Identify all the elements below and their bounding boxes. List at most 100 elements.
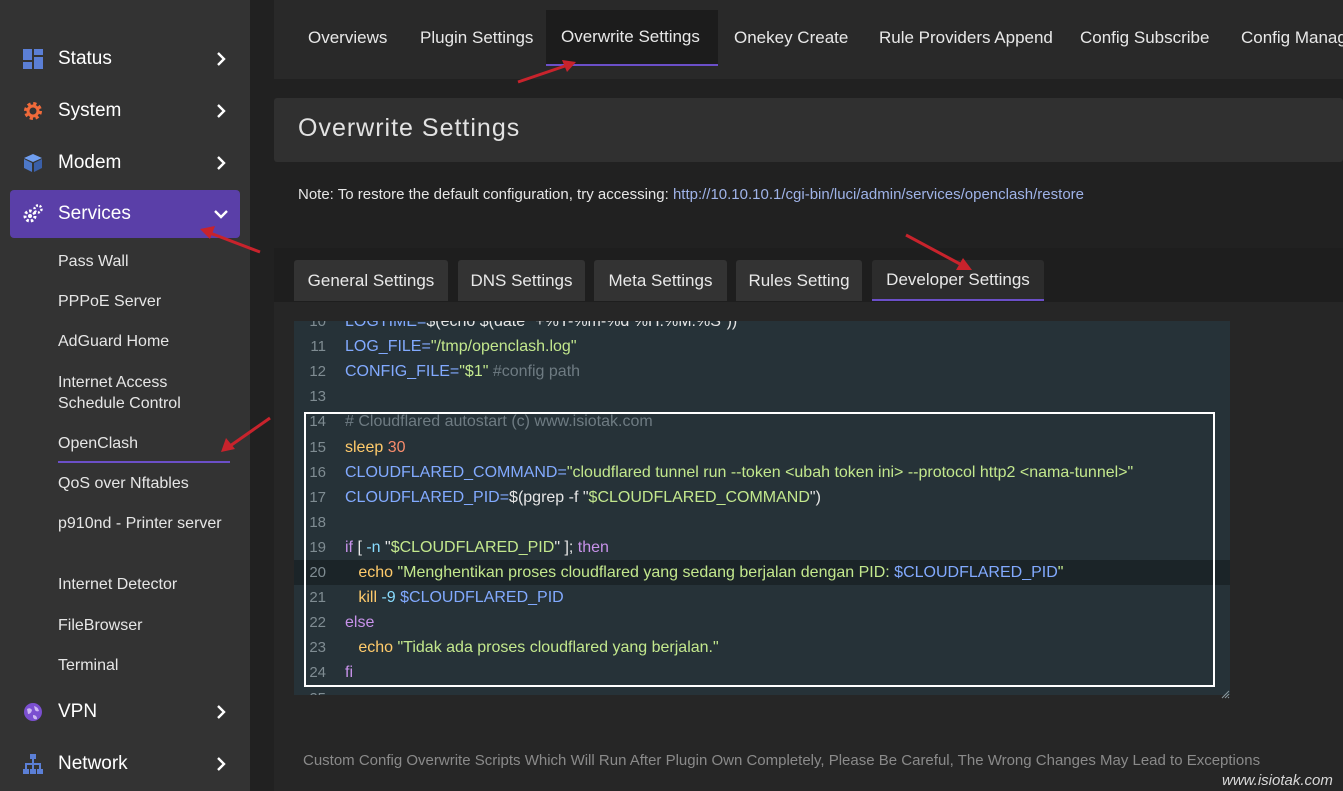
code-token: 30 (387, 438, 406, 456)
line-number: 14 (309, 413, 326, 431)
code-token: -n (366, 538, 386, 556)
code-token: $(echo $(date "+%Y-%m-%d %H:%M:%S")) (426, 321, 738, 330)
subtab-dns-settings[interactable]: DNS Settings (458, 260, 585, 301)
code-token: echo (345, 564, 398, 581)
restore-note: Note: To restore the default configurati… (298, 186, 1084, 203)
code-line: 18 (294, 510, 1230, 535)
code-line: 19 if [ -n "$CLOUDFLARED_PID" ]; then (294, 535, 1230, 560)
code-line: 25 (294, 686, 1230, 696)
chevron-right-icon (214, 104, 228, 118)
tab-onekey-create[interactable]: Onekey Create (719, 10, 859, 66)
restore-link[interactable]: http://10.10.10.1/cgi-bin/luci/admin/ser… (673, 186, 1084, 203)
code-token: $CLOUDFLARED_PID (390, 538, 555, 556)
code-token: $CLOUDFLARED_COMMAND (588, 488, 810, 506)
code-token: if (345, 538, 353, 556)
line-number: 13 (309, 388, 326, 406)
code-text: CLOUDFLARED_COMMAND="cloudflared tunnel … (345, 460, 1133, 485)
line-number: 22 (309, 614, 326, 632)
sidebar-item-label: Services (58, 203, 131, 224)
sidebar-subitem-adguard-home[interactable]: AdGuard Home (58, 331, 238, 352)
subtab-general-settings[interactable]: General Settings (294, 260, 448, 301)
sidebar-subitem-pppoe-server[interactable]: PPPoE Server (58, 291, 238, 312)
sidebar-item-network[interactable]: Network (10, 740, 240, 788)
code-token: #config path (488, 363, 581, 381)
code-token: $CLOUDFLARED_PID (400, 589, 564, 607)
page-title-panel: Overwrite Settings (274, 98, 1343, 162)
code-token: # Cloudflared autostart (c) www.isiotak.… (345, 413, 653, 431)
code-line: 15 sleep 30 (294, 435, 1230, 460)
tab-rule-providers-append[interactable]: Rule Providers Append (864, 10, 1054, 66)
code-token: -9 (381, 589, 401, 607)
sidebar-subitem-p910nd-printer-server[interactable]: p910nd - Printer server (58, 513, 238, 534)
code-token: CLOUDFLARED_PID= (345, 488, 510, 506)
code-editor[interactable]: 10 LOGTIME=$(echo $(date "+%Y-%m-%d %H:%M… (294, 321, 1230, 695)
sidebar-item-modem[interactable]: Modem (10, 139, 240, 187)
tab-config-manage[interactable]: Config Manag (1227, 10, 1343, 66)
code-token: LOG_FILE= (345, 338, 431, 356)
sidebar-subitem-internet-detector[interactable]: Internet Detector (58, 574, 238, 595)
note-text: Note: To restore the default configurati… (298, 186, 673, 203)
resize-handle-icon[interactable] (1220, 686, 1230, 699)
subtab-meta-settings[interactable]: Meta Settings (594, 260, 727, 301)
sidebar-item-system[interactable]: System (10, 87, 240, 135)
subtab-rules-setting[interactable]: Rules Setting (736, 260, 862, 301)
tab-overwrite-settings[interactable]: Overwrite Settings (546, 10, 718, 66)
line-number: 15 (309, 438, 326, 456)
code-line: 11 LOG_FILE="/tmp/openclash.log" (294, 334, 1230, 359)
code-token: then (577, 538, 609, 556)
code-text: LOG_FILE="/tmp/openclash.log" (345, 334, 577, 359)
line-number: 18 (309, 513, 326, 531)
chevron-right-icon (214, 52, 228, 66)
sidebar-item-status[interactable]: Status (10, 35, 240, 83)
code-line: 12 CONFIG_FILE="$1" #config path (294, 359, 1230, 384)
code-token: else (345, 614, 375, 632)
code-token: $(pgrep -f " (509, 488, 589, 506)
line-number: 23 (309, 639, 326, 657)
code-token: "$1" (459, 363, 489, 381)
sidebar-subitem-pass-wall[interactable]: Pass Wall (58, 251, 238, 272)
line-number: 16 (309, 463, 326, 481)
sidebar-subitem-openclash[interactable]: OpenClash (58, 433, 238, 463)
line-number: 20 (309, 564, 326, 581)
tab-plugin-settings[interactable]: Plugin Settings (405, 10, 541, 66)
code-text: echo "Tidak ada proses cloudflared yang … (345, 635, 718, 660)
globe-icon (22, 701, 44, 723)
sidebar-item-label: Status (58, 48, 112, 69)
code-token: [ (353, 538, 367, 556)
sidebar-item-vpn[interactable]: VPN (10, 688, 240, 736)
code-text: CONFIG_FILE="$1" #config path (345, 359, 580, 384)
cube-icon (22, 152, 44, 174)
gear-icon (22, 100, 44, 122)
tab-overviews[interactable]: Overviews (294, 10, 388, 66)
services-gears-icon (22, 203, 44, 225)
main-content: Overviews Plugin Settings Overwrite Sett… (250, 0, 1343, 791)
line-number: 24 (309, 664, 326, 682)
code-token: "/tmp/openclash.log" (430, 338, 577, 356)
sidebar-subitem-internet-access-schedule-control[interactable]: Internet Access Schedule Control (58, 372, 238, 414)
code-token: $CLOUDFLARED_PID (894, 564, 1058, 581)
code-line: 16 CLOUDFLARED_COMMAND="cloudflared tunne… (294, 460, 1230, 485)
code-text: fi (345, 660, 353, 685)
code-token: "Menghentikan proses cloudflared yang se… (397, 564, 895, 581)
sidebar-subitem-qos-over-nftables[interactable]: QoS over Nftables (58, 473, 238, 494)
sidebar-subitem-terminal[interactable]: Terminal (58, 655, 238, 676)
subtab-developer-settings[interactable]: Developer Settings (872, 260, 1044, 301)
code-line: 23 echo "Tidak ada proses cloudflared ya… (294, 635, 1230, 660)
code-text: sleep 30 (345, 435, 406, 460)
code-text: kill -9 $CLOUDFLARED_PID (345, 585, 564, 610)
page-title: Overwrite Settings (298, 114, 521, 142)
code-token: sleep (345, 438, 388, 456)
code-line: 24 fi (294, 660, 1230, 685)
sidebar-item-label: System (58, 100, 122, 121)
code-line: 13 (294, 384, 1230, 409)
code-token: fi (345, 664, 353, 682)
code-line: 17 CLOUDFLARED_PID=$(pgrep -f "$CLOUDFLAR… (294, 485, 1230, 510)
code-token: kill (345, 589, 382, 607)
sidebar-item-label: Network (58, 753, 128, 774)
tab-config-subscribe[interactable]: Config Subscribe (1066, 10, 1216, 66)
code-token: " ]; (554, 538, 578, 556)
sidebar-item-services[interactable]: Services (10, 190, 240, 238)
sidebar: Status System Modem Services Pass Wall P… (0, 0, 250, 791)
code-line: 21 kill -9 $CLOUDFLARED_PID (294, 585, 1230, 610)
sidebar-subitem-filebrowser[interactable]: FileBrowser (58, 615, 238, 636)
